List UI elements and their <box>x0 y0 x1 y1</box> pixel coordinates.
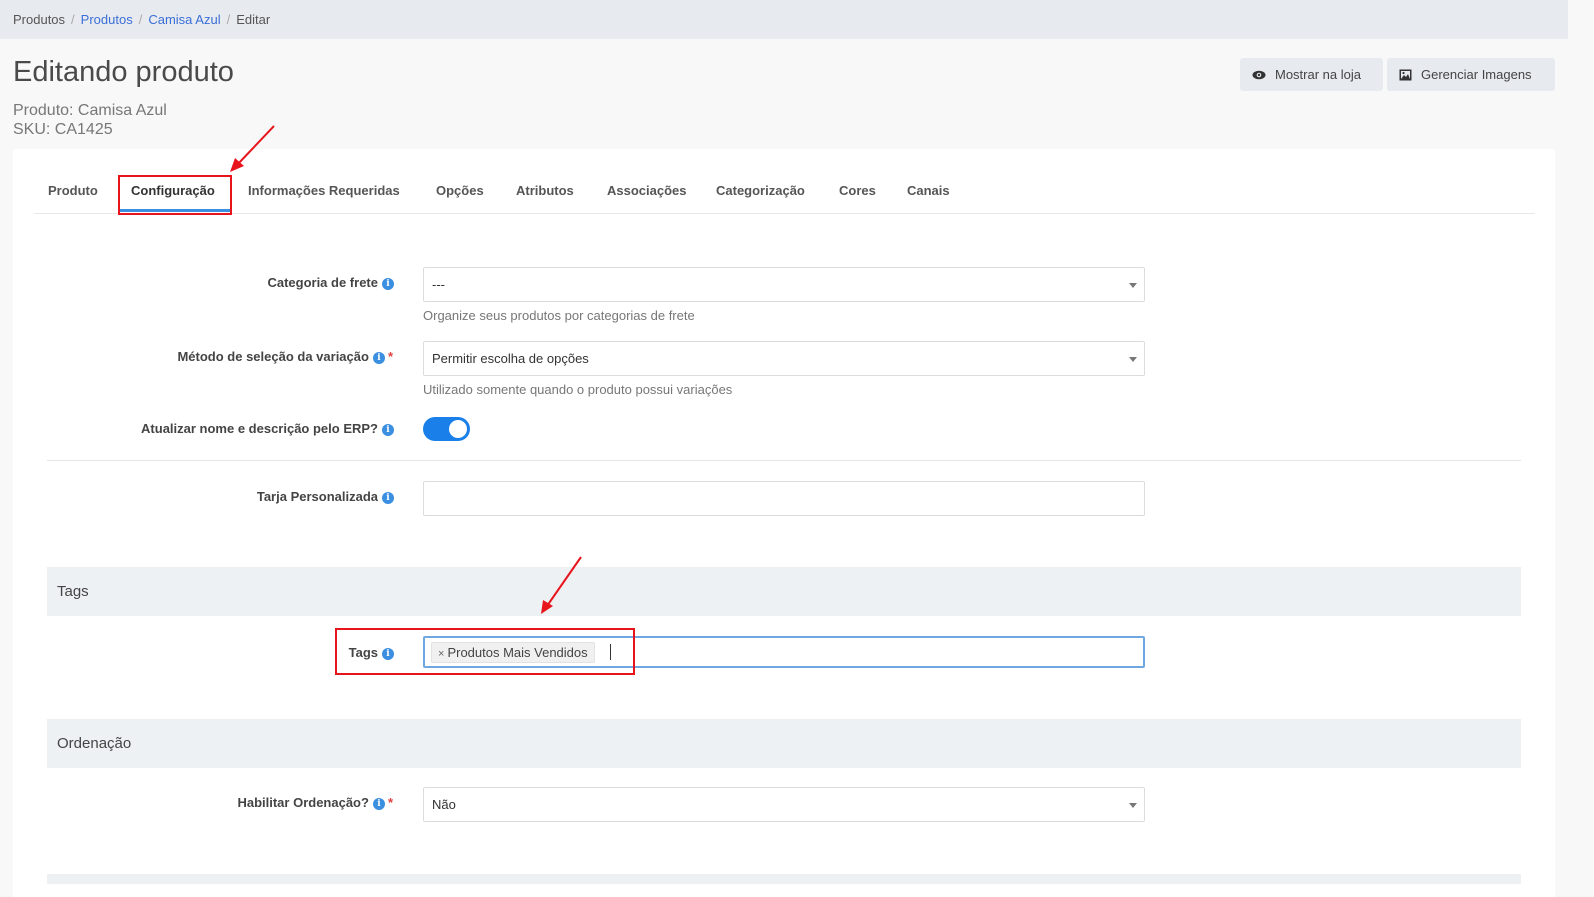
variation-method-label: Método de seleção da variação i * <box>177 349 393 364</box>
toggle-knob <box>449 420 467 438</box>
breadcrumb: Produtos / Produtos / Camisa Azul / Edit… <box>0 0 1568 39</box>
tags-section-heading: Tags <box>47 567 1521 616</box>
manage-images-button[interactable]: Gerenciar Imagens <box>1387 58 1555 91</box>
ordering-select[interactable]: Não <box>423 787 1145 822</box>
breadcrumb-separator: / <box>226 12 231 27</box>
tab-informacoes-requeridas[interactable]: Informações Requeridas <box>248 183 400 198</box>
breadcrumb-item-current: Editar <box>236 12 271 27</box>
ordering-label: Habilitar Ordenação? i * <box>237 795 393 810</box>
required-asterisk: * <box>387 795 393 810</box>
divider <box>47 460 1521 461</box>
page-title: Editando produto <box>13 56 234 88</box>
shipping-category-label: Categoria de frete i <box>267 275 394 290</box>
shipping-category-label-text: Categoria de frete <box>267 275 378 290</box>
info-icon[interactable]: i <box>382 278 394 290</box>
shipping-category-value: --- <box>432 277 445 292</box>
annotation-box-configuracao <box>118 175 232 215</box>
info-icon[interactable]: i <box>372 798 385 810</box>
show-in-store-label: Mostrar na loja <box>1275 67 1361 82</box>
erp-update-label: Atualizar nome e descrição pelo ERP? i <box>141 421 394 436</box>
next-section-heading <box>47 874 1521 884</box>
info-icon[interactable]: i <box>382 424 394 436</box>
breadcrumb-link-produtos[interactable]: Produtos <box>81 12 133 27</box>
manage-images-label: Gerenciar Imagens <box>1421 67 1532 82</box>
variation-method-help: Utilizado somente quando o produto possu… <box>423 382 733 397</box>
breadcrumb-item-produtos-root: Produtos <box>13 12 66 27</box>
variation-method-value: Permitir escolha de opções <box>432 351 589 366</box>
custom-badge-label: Tarja Personalizada i <box>257 489 394 504</box>
erp-update-label-text: Atualizar nome e descrição pelo ERP? <box>141 421 378 436</box>
breadcrumb-separator: / <box>138 12 143 27</box>
product-name-line: Produto: Camisa Azul <box>13 102 167 119</box>
tab-categorizacao[interactable]: Categorização <box>716 183 805 198</box>
variation-method-select[interactable]: Permitir escolha de opções <box>423 341 1145 376</box>
chevron-down-icon <box>1129 283 1137 288</box>
info-icon[interactable]: i <box>382 492 394 504</box>
variation-method-label-text: Método de seleção da variação <box>177 349 369 364</box>
chevron-down-icon <box>1129 357 1137 362</box>
info-icon[interactable]: i <box>372 352 385 364</box>
ordering-section-heading: Ordenação <box>47 719 1521 768</box>
show-in-store-button[interactable]: Mostrar na loja <box>1240 58 1383 91</box>
shipping-category-select[interactable]: --- <box>423 267 1145 302</box>
shipping-category-help: Organize seus produtos por categorias de… <box>423 308 695 323</box>
tab-canais[interactable]: Canais <box>907 183 950 198</box>
breadcrumb-separator: / <box>71 12 75 27</box>
ordering-label-text: Habilitar Ordenação? <box>237 795 369 810</box>
required-asterisk: * <box>387 349 393 364</box>
tab-cores[interactable]: Cores <box>839 183 876 198</box>
tab-produto[interactable]: Produto <box>48 183 98 198</box>
tab-opcoes[interactable]: Opções <box>436 183 484 198</box>
tab-atributos[interactable]: Atributos <box>516 183 574 198</box>
erp-update-toggle[interactable] <box>423 417 470 441</box>
breadcrumb-link-product[interactable]: Camisa Azul <box>148 12 220 27</box>
tab-bar: Produto Configuração Informações Requeri… <box>34 166 1535 214</box>
custom-badge-label-text: Tarja Personalizada <box>256 489 378 504</box>
image-icon <box>1399 69 1412 80</box>
chevron-down-icon <box>1129 803 1137 808</box>
sku-line: SKU: CA1425 <box>13 121 113 138</box>
eye-icon <box>1252 70 1266 79</box>
edit-card <box>13 149 1555 897</box>
annotation-box-tags <box>335 628 635 675</box>
tab-associacoes[interactable]: Associações <box>607 183 687 198</box>
custom-badge-input[interactable] <box>423 481 1145 516</box>
ordering-value: Não <box>432 797 456 812</box>
